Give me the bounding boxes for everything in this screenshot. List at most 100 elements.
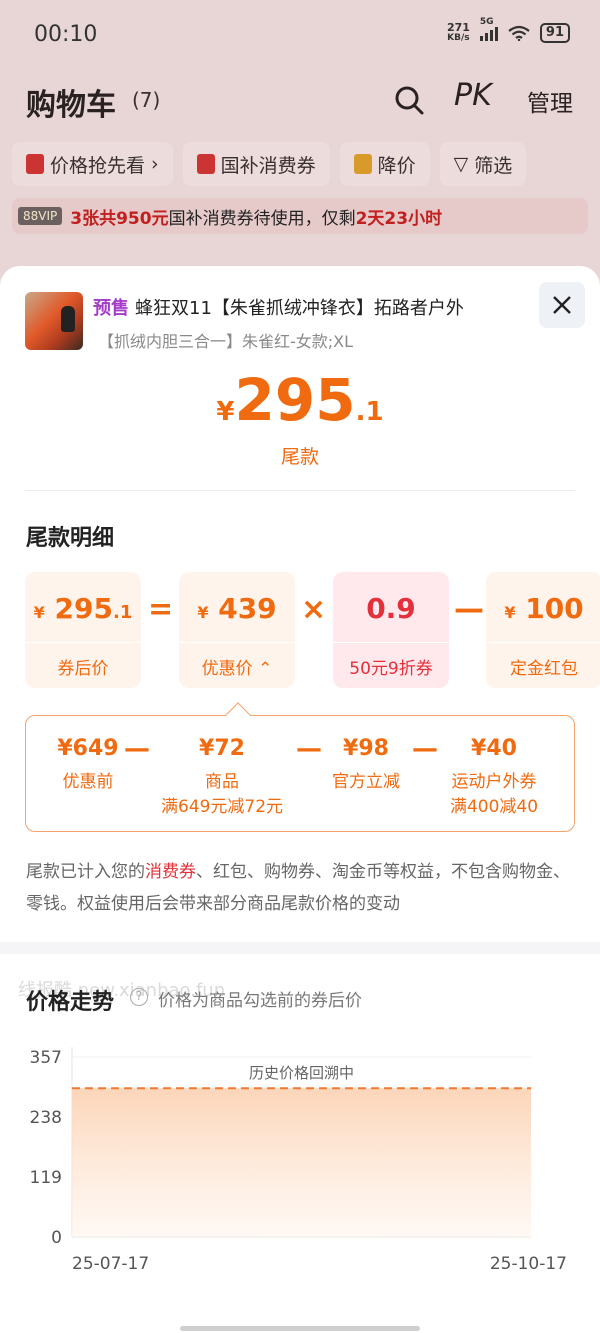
divider [25,490,575,491]
currency-symbol: ¥ [197,603,209,622]
box-label: 优惠价 ⌃ [179,654,295,679]
detail-value: ¥98 [343,736,389,761]
page-title: 购物车 [26,88,116,123]
vip-badge: 88VIP [18,207,63,225]
home-indicator [180,1326,420,1331]
chip-price-preview[interactable]: 价格抢先看 › [12,142,173,186]
status-time: 00:10 [34,22,98,47]
chip-price-drop[interactable]: 降价 [339,142,430,186]
promo-countdown: 2天23小时 [355,208,443,229]
currency-symbol: ¥ [504,603,516,622]
detail-sub: 满400减40 [449,797,539,817]
box-deposit-bonus: ¥ 100 定金红包 [486,572,600,688]
box-label: 券后价 [57,659,109,679]
price-area [72,1088,531,1237]
chip-label: 价格抢先看 [50,154,146,177]
status-bar: 00:10 271 KB/s 5G 91 [0,0,600,70]
detail-label: 商品 [205,772,239,792]
chip-filter[interactable]: ▽ 筛选 [439,142,527,186]
promo-text: 国补消费券待使用，仅剩 [168,208,356,229]
detail-label: 优惠前 [62,772,114,792]
trend-subtitle: 价格为商品勾选前的券后价 [158,991,362,1011]
detail-sports-coupon: ¥40 运动户外券 满400减40 [434,736,554,817]
price-trend-chart: 357 238 119 0 历史价格回溯中 25-07-17 25-10-17 [30,1047,567,1274]
chevron-up-icon: ⌃ [258,659,273,679]
minus-sign: — [454,592,484,627]
presale-tag: 预售 [93,298,129,319]
cart-count: (7) [132,88,161,112]
product-image [25,292,83,350]
box-value: 439 [218,592,277,625]
detail-value: ¥72 [199,736,245,761]
discount-detail-panel: ¥649 优惠前 — ¥72 商品 满649元减72元 — ¥98 官方立减 —… [25,702,575,832]
box-label: 50元9折券 [349,659,433,679]
cart-header: 购物车 (7) PK 管理 [0,72,600,128]
filter-chips: 价格抢先看 › 国补消费券 降价 ▽ 筛选 [12,142,600,190]
panel-notch [225,702,251,728]
breakdown-note: 尾款已计入您的消费券、红包、购物券、淘金币等权益，不包含购物金、零钱。权益使用后… [26,856,576,920]
currency-symbol: ¥ [33,603,45,622]
price-tag-icon [26,154,44,174]
price-integer: 295 [234,366,356,434]
box-label-text: 优惠价 [201,659,253,679]
battery-icon: 91 [539,23,570,43]
net-speed: 271 KB/s [447,22,470,44]
price-decimal: .1 [355,397,384,427]
detail-product: ¥72 商品 满649元减72元 [146,736,298,817]
box-after-coupon: ¥ 295.1 券后价 [25,572,141,688]
help-icon[interactable]: ? [130,988,148,1006]
x-tick-label: 25-07-17 [72,1254,149,1274]
chip-label: 筛选 [474,154,513,177]
final-price: ¥295.1 [0,366,600,434]
status-icons: 271 KB/s 5G 91 [447,17,570,44]
y-tick-label: 357 [30,1048,62,1068]
detail-official: ¥98 官方立减 [316,736,416,792]
equals-sign: = [148,592,174,627]
network-type: 5G [479,17,494,27]
box-value: 100 [525,592,584,625]
promo-amount: 3张共950元 [70,208,169,229]
close-button[interactable] [539,282,585,328]
currency-symbol: ¥ [216,397,235,427]
x-tick-label: 25-10-17 [490,1254,567,1274]
trend-title: 价格走势 [26,990,115,1015]
box-label: 定金红包 [510,659,578,679]
detail-value: ¥40 [471,736,517,761]
detail-sub: 满649元减72元 [160,797,284,817]
product-title: 预售 蜂狂双11【朱雀抓绒冲锋衣】拓路者户外 [93,294,464,320]
promo-banner[interactable]: 88VIP 3张共950元 国补消费券待使用，仅剩 2天23小时 [12,198,588,234]
y-tick-label: 119 [30,1168,62,1188]
multiply-sign: × [301,592,327,627]
box-value-decimal: .1 [112,602,133,623]
section-divider [0,942,600,954]
chevron-right-icon: › [151,153,159,175]
chart-annotation: 历史价格回溯中 [249,1064,354,1082]
chip-subsidy-coupon[interactable]: 国补消费券 [182,142,330,186]
net-speed-value: 271 [446,21,470,34]
box-coupon-rate: 0.9 50元9折券 [333,572,449,688]
product-spec: 【抓绒内胆三合一】朱雀红-女款;XL [98,332,354,351]
chip-label: 降价 [377,154,416,177]
breakdown-title: 尾款明细 [26,526,115,551]
search-icon[interactable] [393,84,425,116]
note-highlight: 消费券 [145,862,196,882]
signal-icon: 5G [479,17,498,41]
close-icon [553,296,571,314]
arrow-down-icon [353,154,372,174]
y-tick-label: 238 [30,1108,62,1128]
box-discount-price[interactable]: ¥ 439 优惠价 ⌃ [179,572,295,688]
chip-label: 国补消费券 [220,154,316,177]
detail-label: 运动户外券 [451,772,537,792]
y-tick-label: 0 [51,1228,62,1248]
filter-icon: ▽ [453,153,469,175]
final-price-label: 尾款 [280,446,319,468]
note-text: 尾款已计入您的 [26,862,145,882]
manage-button[interactable]: 管理 [527,84,573,118]
pk-button[interactable]: PK [454,78,492,113]
wifi-icon [508,25,530,41]
box-value: 0.9 [366,592,416,625]
detail-label: 官方立减 [332,772,400,792]
net-speed-unit: KB/s [447,33,470,43]
final-payment-sheet: 预售 蜂狂双11【朱雀抓绒冲锋衣】拓路者户外 【抓绒内胆三合一】朱雀红-女款;XL… [0,266,600,1333]
box-value: 295 [54,592,113,625]
